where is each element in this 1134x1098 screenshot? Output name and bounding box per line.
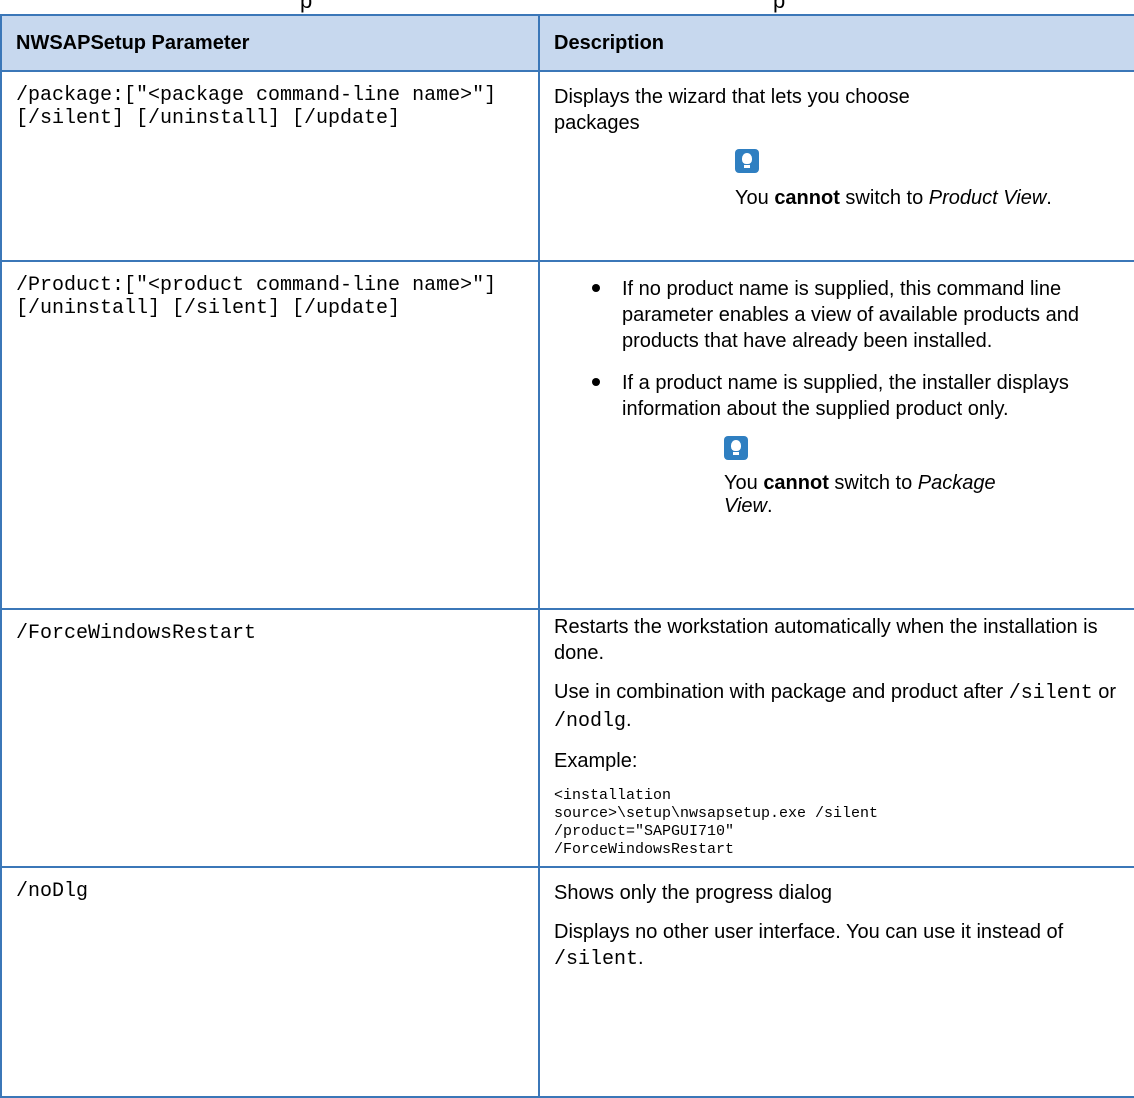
description-cell: Shows only the progress dialog Displays … (538, 866, 1134, 1098)
bullet-dot-icon (592, 284, 600, 292)
bullet-text: If no product name is supplied, this com… (622, 278, 1079, 352)
clipped-previous-text: p p (0, 0, 1134, 14)
table-row: /package:["<package command-line name>"]… (0, 70, 1134, 262)
header-description: Description (538, 14, 1134, 72)
table-row: /noDlg Shows only the progress dialog Di… (0, 866, 1134, 1098)
inline-code: /nodlg (554, 710, 627, 733)
list-item: If a product name is supplied, the insta… (554, 370, 1124, 422)
description-text: Displays no other user interface. You ca… (554, 921, 1064, 971)
lightbulb-tip-icon (735, 149, 759, 173)
param-cell: /Product:["<product command-line name>"]… (0, 260, 540, 610)
parameter-table: NWSAPSetup Parameter Description /packag… (0, 14, 1134, 1098)
bullet-list: If no product name is supplied, this com… (554, 276, 1124, 422)
tip-text: You cannot switch to Product View. (735, 187, 1052, 209)
table-row: /ForceWindowsRestart Restarts the workst… (0, 608, 1134, 868)
bullet-text: If a product name is supplied, the insta… (622, 372, 1069, 420)
table-row: /Product:["<product command-line name>"]… (0, 260, 1134, 610)
tip-block: You cannot switch to Product View. (735, 149, 1124, 211)
lightbulb-tip-icon (724, 436, 748, 460)
description-text: Displays the wizard that lets you choose… (554, 86, 910, 134)
example-code: <installation source>\setup\nwsapsetup.e… (554, 787, 879, 858)
clipped-fragment: p (773, 0, 786, 13)
inline-code: /silent (1008, 682, 1093, 705)
description-text: Shows only the progress dialog (554, 882, 832, 904)
param-cell: /noDlg (0, 866, 540, 1098)
description-text: Restarts the workstation automatically w… (554, 616, 1098, 664)
example-label: Example: (554, 750, 638, 772)
table-header-row: NWSAPSetup Parameter Description (0, 14, 1134, 72)
param-cell: /ForceWindowsRestart (0, 608, 540, 868)
bullet-dot-icon (592, 378, 600, 386)
tip-text: You cannot switch to Package View. (724, 472, 996, 517)
clipped-fragment: p (300, 0, 313, 13)
header-parameter: NWSAPSetup Parameter (0, 14, 540, 72)
list-item: If no product name is supplied, this com… (554, 276, 1124, 354)
description-cell: Restarts the workstation automatically w… (538, 608, 1134, 868)
inline-code: /silent (554, 948, 639, 971)
tip-block: You cannot switch to Package View. (724, 436, 1024, 518)
param-cell: /package:["<package command-line name>"]… (0, 70, 540, 262)
description-cell: If no product name is supplied, this com… (538, 260, 1134, 610)
description-cell: Displays the wizard that lets you choose… (538, 70, 1134, 262)
description-text: Use in combination with package and prod… (554, 681, 1117, 733)
